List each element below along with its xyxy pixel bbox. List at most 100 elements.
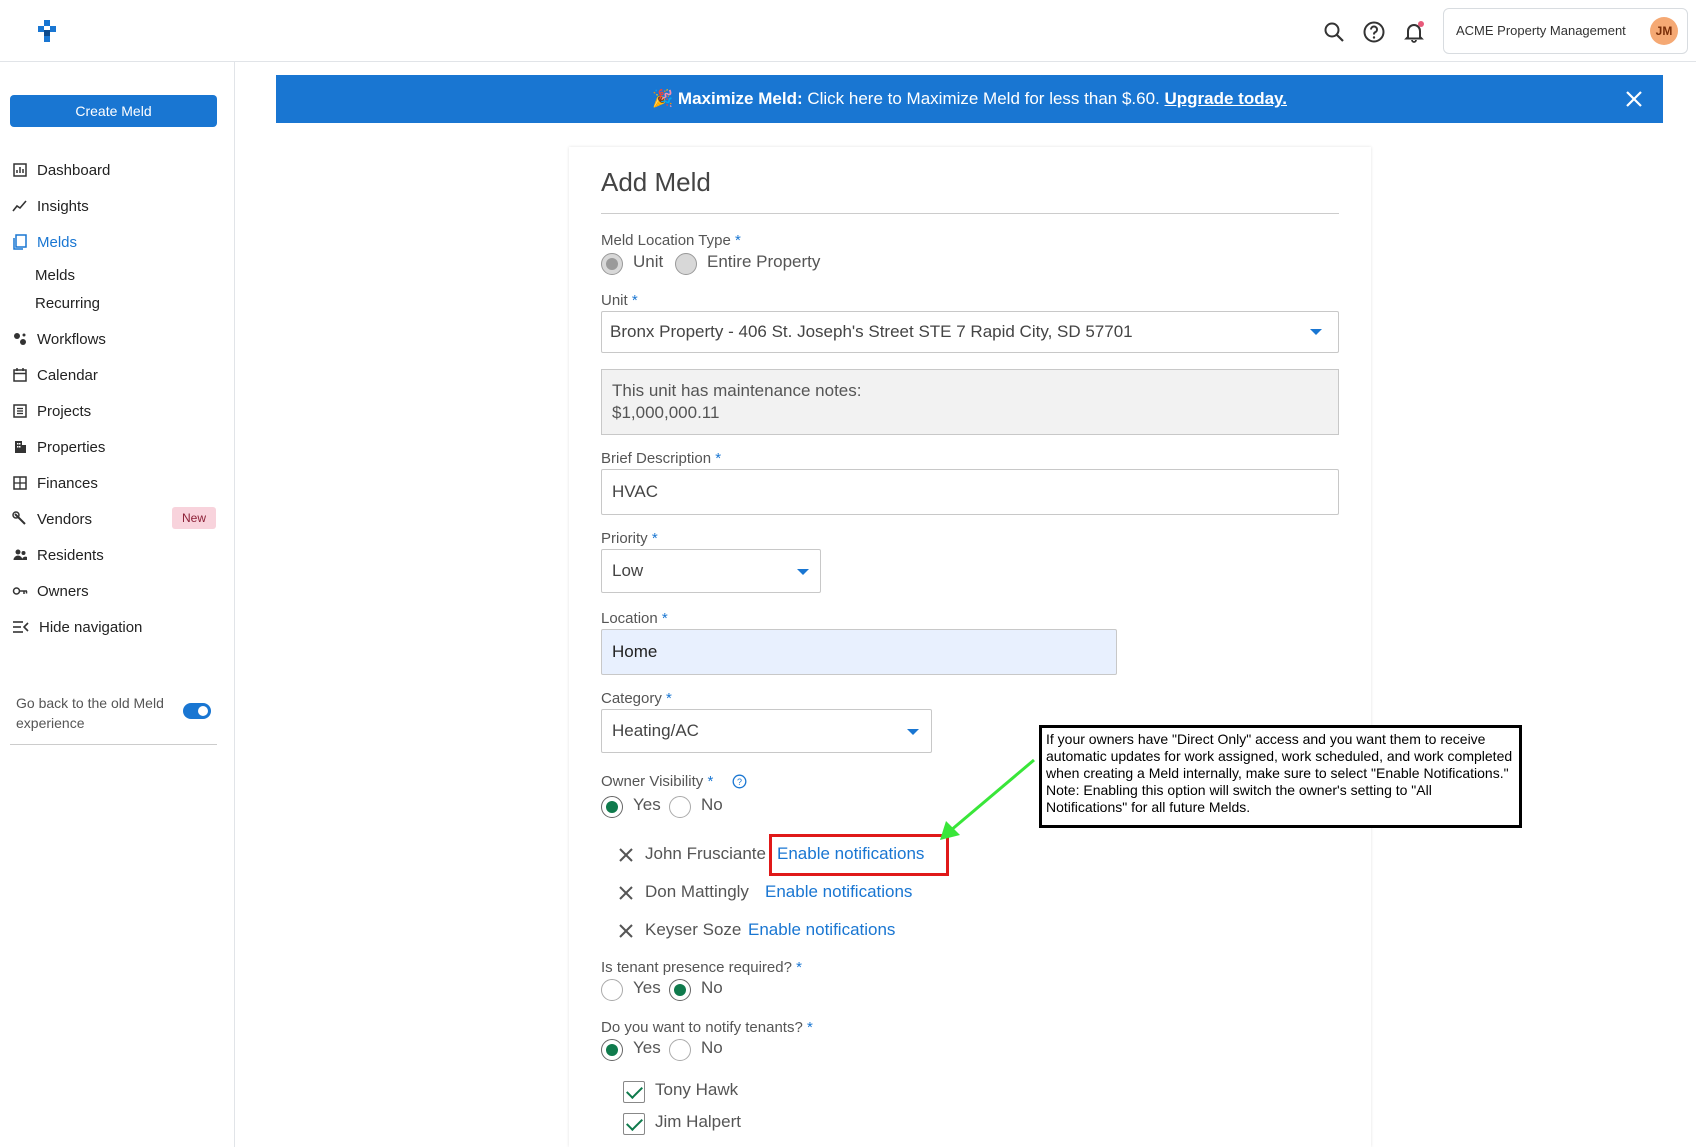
bell-icon[interactable]: [1402, 20, 1426, 44]
sidebar: Create Meld: [0, 62, 235, 1147]
tenant-presence-yes-label: Yes: [633, 978, 661, 997]
unit-label: Unit *: [601, 292, 638, 309]
chevron-down-icon: [1310, 329, 1322, 335]
properties-icon: [15, 441, 26, 453]
meld-logo-icon[interactable]: [36, 20, 58, 42]
sidebar-item-label: Melds: [37, 233, 78, 251]
location-input[interactable]: Home: [601, 629, 1117, 675]
banner-bold: Maximize Meld:: [677, 89, 803, 108]
banner-message: Click here to Maximize Meld for less tha…: [802, 89, 1165, 108]
party-icon: 🎉: [652, 89, 674, 108]
owner-visibility-yes-label: Yes: [633, 795, 661, 814]
priority-value: Low: [612, 561, 644, 580]
sidebar-item-label: Properties: [37, 438, 106, 456]
tenant-presence-yes[interactable]: [601, 979, 623, 1001]
location-value: Home: [612, 642, 658, 661]
notify-tenants-label: Do you want to notify tenants? *: [601, 1019, 813, 1036]
notify-tenants-yes-label: Yes: [633, 1038, 661, 1057]
location-label: Location *: [601, 610, 668, 627]
sidebar-item-label: Insights: [37, 197, 89, 215]
sidebar-item-label: Owners: [37, 582, 89, 600]
category-select[interactable]: Heating/AC: [601, 709, 932, 753]
sidebar-item-projects[interactable]: Projects: [12, 400, 91, 422]
unit-select[interactable]: Bronx Property - 406 St. Joseph's Street…: [601, 311, 1339, 353]
priority-select[interactable]: Low: [601, 549, 821, 593]
category-value: Heating/AC: [612, 721, 699, 740]
sidebar-item-dashboard[interactable]: Dashboard: [12, 159, 110, 181]
tenant-presence-label: Is tenant presence required? *: [601, 959, 802, 976]
sidebar-item-label: Workflows: [37, 330, 106, 348]
finances-icon: [13, 476, 27, 490]
notify-tenants-yes[interactable]: [601, 1039, 623, 1061]
remove-icon[interactable]: [617, 884, 635, 902]
remove-icon[interactable]: [617, 846, 635, 864]
chevron-down-icon: [797, 569, 809, 575]
enable-notifications-link[interactable]: Enable notifications: [748, 920, 895, 940]
tenant-presence-no-label: No: [701, 978, 723, 997]
brief-description-label: Brief Description *: [601, 450, 722, 467]
radio-entire-property[interactable]: [675, 253, 697, 275]
location-type-label: Meld Location Type *: [601, 232, 741, 249]
sidebar-item-vendors[interactable]: Vendors: [12, 508, 92, 530]
brief-description-input[interactable]: HVAC: [601, 469, 1339, 515]
sidebar-item-label: Calendar: [37, 366, 98, 384]
projects-icon: [13, 404, 27, 418]
sidebar-subitem-recurring[interactable]: Recurring: [35, 295, 100, 312]
add-meld-card: Add Meld Meld Location Type * Unit Entir…: [569, 147, 1371, 1147]
sidebar-item-calendar[interactable]: Calendar: [12, 364, 98, 386]
org-switcher[interactable]: ACME Property Management JM: [1443, 8, 1688, 54]
melds-icon: [13, 234, 27, 250]
residents-icon: [13, 549, 27, 560]
sidebar-item-properties[interactable]: Properties: [12, 436, 105, 458]
sidebar-item-label: Vendors: [37, 510, 93, 528]
sidebar-item-hide-navigation[interactable]: Hide navigation: [12, 616, 142, 638]
brief-description-value: HVAC: [612, 482, 658, 501]
close-icon[interactable]: [1623, 88, 1645, 110]
owner-visibility-no[interactable]: [669, 796, 691, 818]
hide-nav-icon: [13, 621, 29, 633]
sidebar-item-owners[interactable]: Owners: [12, 580, 89, 602]
sidebar-item-label: Finances: [37, 474, 98, 492]
info-icon[interactable]: ?: [732, 774, 747, 789]
insights-icon: [12, 200, 27, 212]
owner-visibility-no-label: No: [701, 795, 723, 814]
old-experience-toggle[interactable]: [183, 703, 211, 719]
workflows-icon: [14, 333, 26, 345]
tenant-checkbox[interactable]: [623, 1113, 645, 1135]
tenant-presence-no[interactable]: [669, 979, 691, 1001]
sidebar-item-label: Residents: [37, 546, 104, 564]
upgrade-banner[interactable]: 🎉 Maximize Meld: Click here to Maximize …: [276, 75, 1663, 123]
radio-unit[interactable]: [601, 253, 623, 275]
maintenance-notes: This unit has maintenance notes: $1,000,…: [601, 369, 1339, 435]
owner-name: Don Mattingly: [645, 882, 749, 901]
owner-visibility-yes[interactable]: [601, 796, 623, 818]
annotation-callout: If your owners have "Direct Only" access…: [1039, 725, 1522, 828]
sidebar-subitem-melds[interactable]: Melds: [35, 267, 75, 284]
help-icon[interactable]: [1362, 20, 1386, 44]
sidebar-item-melds[interactable]: Melds: [12, 231, 77, 253]
sidebar-item-finances[interactable]: Finances: [12, 472, 98, 494]
sidebar-item-label: Projects: [37, 402, 92, 420]
remove-icon[interactable]: [617, 922, 635, 940]
sidebar-item-workflows[interactable]: Workflows: [12, 328, 106, 350]
upgrade-link[interactable]: Upgrade today.: [1165, 89, 1287, 108]
owner-name: Keyser Soze: [645, 920, 742, 939]
search-icon[interactable]: [1322, 20, 1346, 44]
sidebar-item-label: Hide navigation: [39, 618, 143, 636]
tenant-checkbox[interactable]: [623, 1081, 645, 1103]
top-bar: ACME Property Management JM: [0, 0, 1696, 62]
radio-entire-property-label: Entire Property: [707, 252, 821, 271]
notify-tenants-no[interactable]: [669, 1039, 691, 1061]
owner-visibility-label: Owner Visibility *: [601, 773, 714, 790]
maintenance-notes-value: $1,000,000.11: [612, 403, 720, 422]
sidebar-item-insights[interactable]: Insights: [12, 195, 89, 217]
chevron-down-icon: [907, 729, 919, 735]
avatar[interactable]: JM: [1650, 17, 1678, 45]
highlight-box: [769, 834, 949, 876]
page-title: Add Meld: [601, 167, 711, 197]
banner-text: 🎉 Maximize Meld: Click here to Maximize …: [276, 89, 1663, 109]
sidebar-item-residents[interactable]: Residents: [12, 544, 104, 566]
create-meld-button[interactable]: Create Meld: [10, 95, 217, 127]
enable-notifications-link[interactable]: Enable notifications: [765, 882, 912, 902]
svg-text:?: ?: [737, 777, 742, 787]
